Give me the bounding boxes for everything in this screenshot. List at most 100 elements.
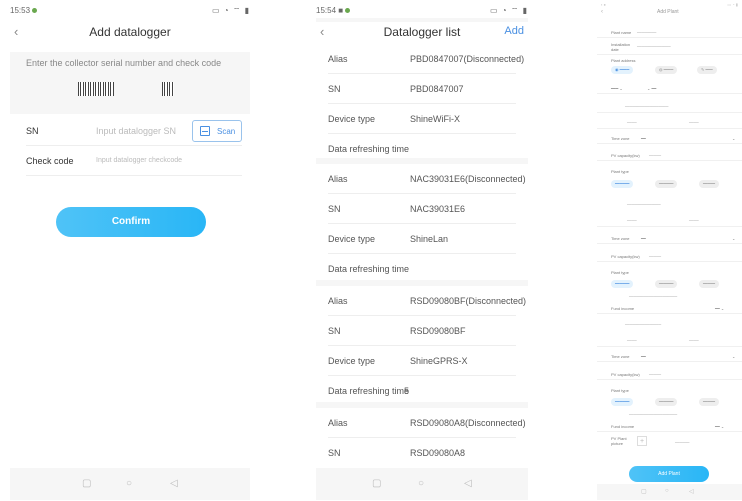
plant-type-option[interactable]: ━━━━━━ (655, 180, 678, 188)
status-bar: ▪ ● (601, 2, 606, 7)
time-zone-select[interactable]: ━━ (641, 354, 646, 359)
status-time: 15:53 (10, 6, 31, 15)
system-nav-bar: ▢ ○ ◁ (316, 468, 528, 500)
pv-capacity-input[interactable]: ━━━━━ (649, 254, 661, 259)
chevron-down-icon: ⌄ (732, 354, 736, 359)
plant-type-option[interactable]: ━━━━━━ (611, 180, 634, 188)
upload-hint: ━━━━━━ (675, 440, 690, 445)
plant-type-option[interactable]: ━━━━━━ (655, 280, 678, 288)
alias-row: Alias NAC39031E6(Disconnected) (328, 164, 526, 194)
plant-type-option[interactable]: ━━━━━ (699, 398, 720, 406)
back-icon[interactable]: ◁ (170, 478, 178, 489)
longitude-input[interactable]: ━━━━ (627, 338, 637, 343)
longitude-input[interactable]: ━━━━ (627, 120, 637, 125)
latitude-input[interactable]: ━━━━ (689, 120, 699, 125)
pv-capacity-input[interactable]: ━━━━━ (649, 372, 661, 377)
address-input[interactable]: ━━━━━━━━━━━━━━━━━━ (625, 104, 668, 109)
plant-type-note: ━━━━━━━━━━━━━━━━━━━━ (629, 294, 678, 299)
device-card[interactable]: Alias PBD0847007(Disconnected) SN PBD08470… (316, 44, 528, 158)
plant-type-label: Plant type (611, 169, 629, 174)
address-input[interactable]: ━━━━━━━━━━━━━━ (627, 202, 661, 207)
plant-type-option[interactable]: ━━━━━━ (655, 398, 678, 406)
confirm-button[interactable]: Confirm (56, 207, 206, 237)
sn-label: SN (26, 126, 39, 136)
datalogger-list-screen: 15:54 ■ ▭ ◔ ⌔ ▮ ‹ Datalogger list Add Al… (316, 0, 528, 500)
time-zone-select[interactable]: ━━ (641, 236, 646, 241)
refresh-row: Data refreshing time (328, 264, 410, 274)
installation-date-input[interactable]: ━━━━━━━━━━━━━━ (637, 44, 671, 49)
status-icons: ▭ ◔ ▮ (727, 2, 738, 7)
back-arrow-icon[interactable]: ‹ (601, 9, 603, 15)
sn-row: SN NAC39031E6 (328, 194, 516, 224)
address-input[interactable]: ━━━━━━━━━━━━━━━ (625, 322, 661, 327)
currency-select[interactable]: ━━ ⌄ (715, 306, 724, 311)
status-icon: ■ (338, 6, 344, 15)
city-select[interactable]: ⌄ ━━ (647, 86, 656, 91)
latitude-input[interactable]: ━━━━ (689, 338, 699, 343)
longitude-input[interactable]: ━━━━ (627, 218, 637, 223)
page-title: Add Plant (657, 9, 679, 15)
scan-button[interactable]: Scan (192, 120, 242, 142)
check-code-input[interactable]: Input datalogger checkcode (96, 157, 182, 164)
recent-apps-icon[interactable]: ▢ (641, 488, 647, 495)
page-title: Add datalogger (89, 25, 171, 39)
time-zone-select[interactable]: ━━ (641, 136, 646, 141)
add-photo-icon[interactable]: + (637, 436, 647, 446)
pv-capacity-label: PV capacity(kw) (611, 372, 640, 377)
alias-row: Alias RSD09080A8(Disconnected) (328, 408, 526, 438)
time-zone-label: Time zone (611, 136, 630, 141)
pv-capacity-input[interactable]: ━━━━━ (649, 153, 661, 158)
check-code-row: Check code Input datalogger checkcode (26, 146, 242, 176)
device-type-row: Device type ShineWiFi-X (328, 104, 516, 134)
plant-type-option[interactable]: ━━━━━ (699, 280, 720, 288)
scan-icon (200, 126, 210, 136)
chevron-down-icon: ⌄ (732, 136, 736, 141)
device-type-row: Device type ShineLan (328, 224, 516, 254)
sn-input[interactable]: Input datalogger SN (96, 126, 176, 136)
installation-date-label: Installation date (611, 42, 631, 52)
home-icon[interactable]: ○ (418, 478, 424, 489)
locate-button[interactable]: ◉ ━━━━ (611, 66, 634, 74)
status-icons: ▭ ◔ ⌔ ▮ (212, 6, 250, 15)
system-nav-bar: ▢ ○ ◁ (10, 468, 250, 500)
status-bar: 15:53 ▭ ◔ ⌔ ▮ (10, 0, 250, 18)
country-select[interactable]: ━━━ ⌄ (611, 86, 623, 91)
add-button[interactable]: Add (504, 25, 524, 37)
device-card[interactable]: Alias NAC39031E6(Disconnected) SN NAC39031… (316, 164, 528, 280)
sn-row: SN Input datalogger SN Scan (26, 116, 242, 146)
currency-select[interactable]: ━━ ⌄ (715, 424, 724, 429)
page-title: Datalogger list (383, 25, 461, 39)
back-icon[interactable]: ◁ (689, 488, 694, 495)
system-nav-bar: ▢ ○ ◁ (597, 484, 742, 500)
recent-apps-icon[interactable]: ▢ (372, 478, 381, 489)
time-zone-label: Time zone (611, 236, 630, 241)
pv-plant-picture-label: PV Plant picture (611, 436, 627, 446)
status-bar: 15:54 ■ ▭ ◔ ⌔ ▮ (316, 0, 528, 18)
pv-capacity-label: PV capacity(kw) (611, 153, 640, 158)
map-button[interactable]: ◍ ━━━━ (655, 66, 678, 74)
refresh-row: Data refreshing time 5 (328, 386, 410, 396)
add-plant-screen: ▪ ● ▭ ◔ ▮ ‹ Add Plant Plant name ━━━━━━━… (597, 0, 742, 500)
alias-row: Alias RSD09080BF(Disconnected) (328, 286, 526, 316)
home-icon[interactable]: ○ (126, 478, 132, 489)
plant-name-input[interactable]: ━━━━━━━━ (637, 30, 656, 35)
add-plant-button[interactable]: Add Plant (629, 466, 709, 482)
plant-name-label: Plant name (611, 30, 632, 35)
recent-apps-icon[interactable]: ▢ (82, 478, 91, 489)
plant-type-option[interactable]: ━━━━━━ (611, 280, 634, 288)
chevron-down-icon: ⌄ (732, 236, 736, 241)
plant-type-option[interactable]: ━━━━━━ (611, 398, 634, 406)
fund-income-label: Fund income (611, 424, 635, 429)
plant-type-option[interactable]: ━━━━━ (699, 180, 720, 188)
latitude-input[interactable]: ━━━━ (689, 218, 699, 223)
status-time: 15:54 (316, 6, 337, 15)
back-icon[interactable]: ◁ (464, 478, 472, 489)
plant-type-note: ━━━━━━━━━━━━━━━━━━━━ (629, 412, 678, 417)
home-icon[interactable]: ○ (665, 488, 669, 494)
status-icons: ▭ ◔ ⌔ ▮ (490, 6, 528, 15)
instruction-text: Enter the collector serial number and ch… (10, 52, 250, 76)
header: ‹ Add datalogger (10, 22, 250, 44)
device-card[interactable]: Alias RSD09080BF(Disconnected) SN RSD09080… (316, 286, 528, 402)
edit-button[interactable]: ✎ ━━━ (697, 66, 717, 74)
device-card[interactable]: Alias RSD09080A8(Disconnected) SN RSD09080… (316, 408, 528, 468)
